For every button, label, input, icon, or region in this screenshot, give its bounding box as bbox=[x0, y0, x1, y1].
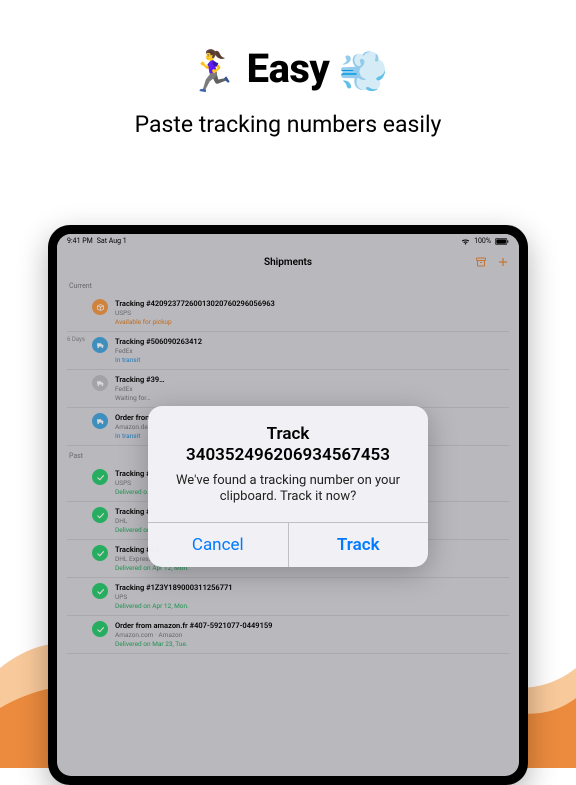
alert-title-line2: 34035249620693​4567453 bbox=[186, 445, 390, 465]
hero-subtitle: Paste tracking numbers easily bbox=[20, 111, 556, 138]
track-button[interactable]: Track bbox=[288, 523, 429, 567]
runner-emoji-icon: 🏃‍♀️ bbox=[188, 48, 237, 95]
ipad-device-frame: 9:41 PM Sat Aug 1 100% Shipments bbox=[48, 225, 528, 785]
hero-title-text: Easy bbox=[247, 45, 330, 92]
hero: 🏃‍♀️ Easy 💨 Paste tracking numbers easil… bbox=[0, 0, 576, 148]
cancel-button[interactable]: Cancel bbox=[148, 523, 288, 567]
hero-title: 🏃‍♀️ Easy 💨 bbox=[20, 45, 556, 95]
alert-message: We've found a tracking number on your cl… bbox=[166, 473, 410, 507]
alert-buttons: Cancel Track bbox=[148, 522, 428, 567]
ipad-screen: 9:41 PM Sat Aug 1 100% Shipments bbox=[57, 234, 519, 776]
alert-title-line1: Track bbox=[267, 424, 310, 444]
clipboard-track-alert: Track 34035249620693​4567453 We've found… bbox=[148, 406, 428, 567]
alert-title: Track 34035249620693​4567453 bbox=[166, 424, 410, 467]
dash-emoji-icon: 💨 bbox=[339, 48, 388, 95]
alert-content: Track 34035249620693​4567453 We've found… bbox=[148, 406, 428, 522]
